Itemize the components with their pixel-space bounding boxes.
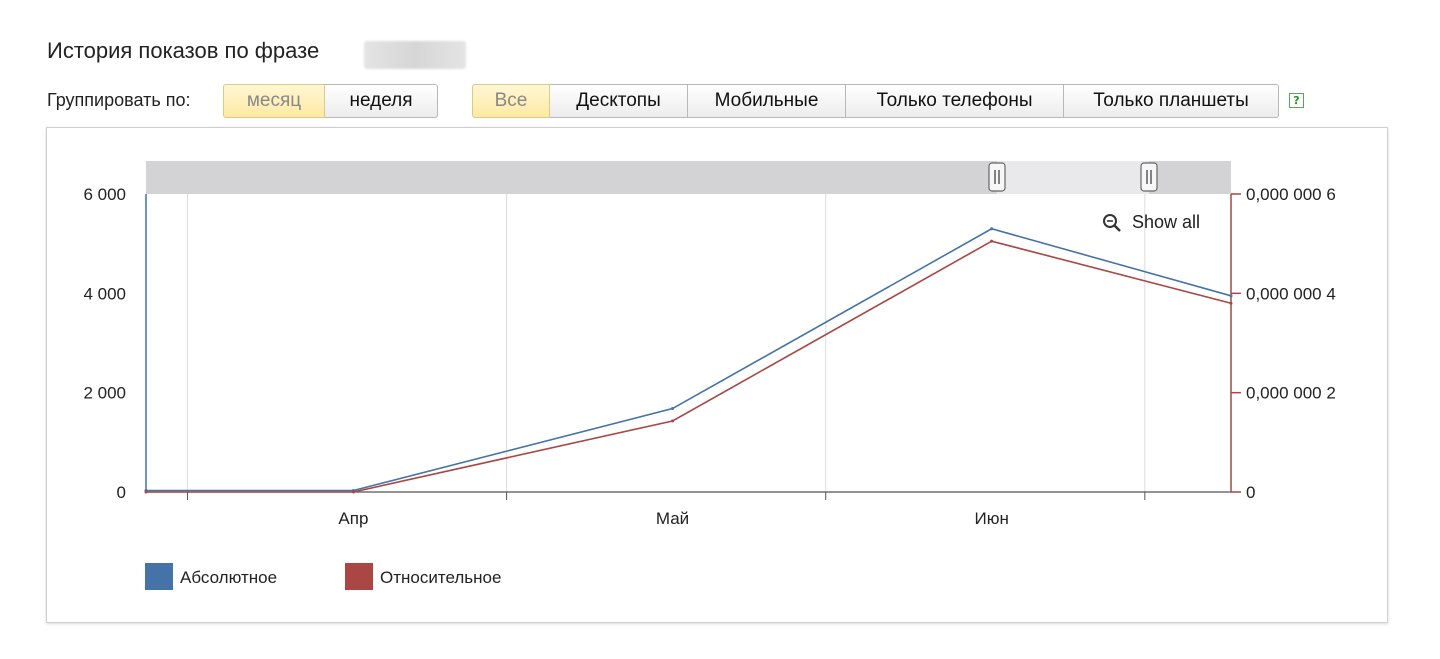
- navigator-handle-1[interactable]: [1140, 162, 1158, 192]
- y-right-tick-label: 0,000 000 4: [1246, 284, 1336, 303]
- legend-swatch-absolute[interactable]: [145, 563, 173, 590]
- show-all-button[interactable]: Show all: [1132, 212, 1200, 232]
- y-left-tick-label: 4 000: [83, 284, 126, 303]
- series-relative-point[interactable]: [1229, 301, 1233, 305]
- y-left-tick-label: 6 000: [83, 185, 126, 204]
- series-absolute-point[interactable]: [990, 227, 994, 231]
- series-relative-line: [146, 240, 1232, 493]
- legend-label-absolute: Абсолютное: [180, 568, 277, 587]
- series-relative-point[interactable]: [671, 419, 675, 423]
- legend-label-relative: Относительное: [380, 568, 501, 587]
- series-absolute-point[interactable]: [1229, 294, 1233, 298]
- series-relative-point[interactable]: [144, 490, 148, 494]
- x-tick-label: Июн: [974, 509, 1008, 528]
- legend-swatch-relative[interactable]: [345, 563, 373, 590]
- y-right-tick-label: 0,000 000 6: [1246, 185, 1336, 204]
- series-relative-point[interactable]: [351, 490, 355, 494]
- zoom-out-icon-handle: [1113, 224, 1121, 232]
- line-chart: 0 2 000 4 000 6 000 0 0,000 000 2 0,000 000 4 0…: [83, 161, 1336, 590]
- y-right-tick-label: 0,000 000 2: [1246, 384, 1336, 403]
- y-left-tick-label: 2 000: [83, 384, 126, 403]
- x-tick-label: Апр: [338, 509, 368, 528]
- y-left-tick-label: 0: [117, 483, 126, 502]
- series-absolute-point[interactable]: [671, 407, 675, 411]
- navigator-selection: [997, 161, 1149, 194]
- navigator-handle-0[interactable]: [988, 162, 1006, 192]
- x-tick-label: Май: [656, 509, 689, 528]
- series-absolute-line: [146, 227, 1232, 492]
- y-right-tick-label: 0: [1246, 483, 1255, 502]
- series-relative-point[interactable]: [990, 239, 994, 243]
